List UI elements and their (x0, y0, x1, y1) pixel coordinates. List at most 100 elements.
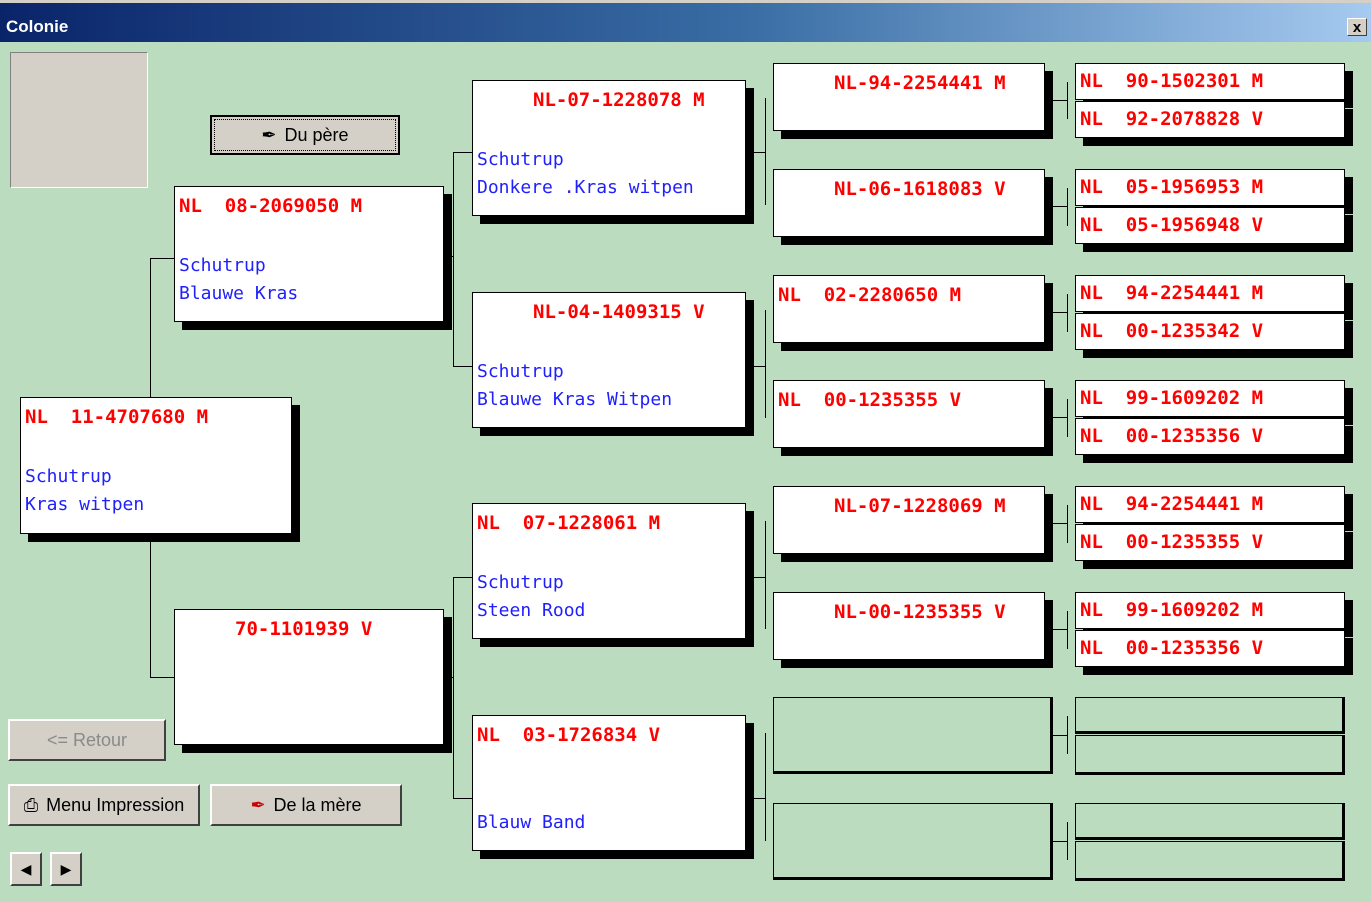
ggp-card-6[interactable]: NL-00-1235355 V (773, 592, 1045, 660)
ggp-card-1[interactable]: NL-94-2254441 M (773, 63, 1045, 131)
connector-line (746, 798, 766, 799)
gggp-card-3[interactable]: NL 05-1956953 M (1075, 169, 1345, 206)
connector-line (1067, 294, 1068, 332)
ring-number: NL 94-2254441 M (1080, 493, 1264, 515)
gggp-card-16-empty[interactable] (1075, 841, 1345, 881)
ring-number: NL 11-4707680 M (25, 406, 209, 428)
connector-line (1053, 841, 1068, 842)
owner-name: Schutrup (179, 255, 266, 276)
color-description: Steen Rood (477, 600, 586, 621)
connector-line (1067, 611, 1068, 649)
printer-icon: ⎙ (23, 794, 39, 815)
ring-number: NL-07-1228069 M (834, 495, 1006, 517)
grandfather-paternal-card[interactable]: NL-07-1228078 M Schutrup Donkere .Kras w… (472, 80, 746, 216)
ring-number: NL 99-1609202 M (1080, 387, 1264, 409)
connector-line (453, 798, 473, 799)
ring-number: NL 99-1609202 M (1080, 599, 1264, 621)
pen-icon: ✒ (261, 124, 277, 145)
next-button[interactable]: ▶ (50, 852, 82, 886)
connector-line (444, 677, 454, 678)
owner-name: Schutrup (477, 149, 564, 170)
photo-frame (10, 52, 148, 188)
connector-line (453, 577, 454, 799)
ggp-card-4[interactable]: NL 00-1235355 V (773, 380, 1045, 448)
connector-line (150, 534, 151, 678)
connector-line (150, 258, 175, 259)
ggp-card-8-empty[interactable] (773, 803, 1053, 880)
ring-number: NL-00-1235355 V (834, 601, 1006, 623)
father-card[interactable]: NL 08-2069050 M Schutrup Blauwe Kras (174, 186, 444, 322)
color-description: Blauwe Kras Witpen (477, 389, 673, 410)
gggp-card-1[interactable]: NL 90-1502301 M (1075, 63, 1345, 100)
title-bar: Colonie x (0, 0, 1371, 42)
gggp-card-4[interactable]: NL 05-1956948 V (1075, 207, 1345, 244)
gggp-card-11[interactable]: NL 99-1609202 M (1075, 592, 1345, 629)
pen-icon: ✒ (250, 794, 266, 815)
gggp-card-10[interactable]: NL 00-1235355 V (1075, 524, 1345, 561)
grandmother-paternal-card[interactable]: NL-04-1409315 V Schutrup Blauwe Kras Wit… (472, 292, 746, 428)
owner-name: Schutrup (477, 361, 564, 382)
connector-line (1067, 188, 1068, 226)
gggp-card-2[interactable]: NL 92-2078828 V (1075, 101, 1345, 138)
ring-number: NL-07-1228078 M (533, 89, 705, 111)
du-pere-button[interactable]: ✒ Du père (210, 115, 400, 155)
ring-number: NL-04-1409315 V (533, 301, 705, 323)
ggp-card-7-empty[interactable] (773, 697, 1053, 774)
ggp-card-3[interactable]: NL 02-2280650 M (773, 275, 1045, 343)
gggp-card-5[interactable]: NL 94-2254441 M (1075, 275, 1345, 312)
ring-number: NL-06-1618083 V (834, 178, 1006, 200)
du-pere-label: Du père (284, 124, 349, 145)
connector-line (453, 152, 473, 153)
gggp-card-9[interactable]: NL 94-2254441 M (1075, 486, 1345, 523)
owner-name: Schutrup (25, 466, 112, 487)
connector-line (746, 366, 766, 367)
ring-number: NL-94-2254441 M (834, 72, 1006, 94)
grandfather-maternal-card[interactable]: NL 07-1228061 M Schutrup Steen Rood (472, 503, 746, 639)
connector-line (1067, 399, 1068, 437)
ring-number: NL 05-1956948 V (1080, 214, 1264, 236)
ring-number: NL 08-2069050 M (179, 195, 363, 217)
prev-button[interactable]: ◀ (10, 852, 42, 886)
ring-number: NL 00-1235356 V (1080, 425, 1264, 447)
gggp-card-7[interactable]: NL 99-1609202 M (1075, 380, 1345, 417)
retour-label: <= Retour (46, 729, 128, 750)
menu-impression-button[interactable]: ⎙ Menu Impression (8, 784, 200, 826)
connector-line (1045, 206, 1068, 207)
ring-number: NL 00-1235342 V (1080, 320, 1264, 342)
left-arrow-icon: ◀ (20, 860, 32, 877)
connector-line (150, 677, 175, 678)
menu-impression-label: Menu Impression (46, 794, 185, 815)
window-title: Colonie (6, 17, 69, 36)
ring-number: NL 03-1726834 V (477, 724, 661, 746)
connector-line (1045, 417, 1068, 418)
de-la-mere-button[interactable]: ✒ De la mère (210, 784, 402, 826)
gggp-card-6[interactable]: NL 00-1235342 V (1075, 313, 1345, 350)
retour-button[interactable]: <= Retour (8, 719, 166, 761)
connector-line (1045, 100, 1068, 101)
ggp-card-2[interactable]: NL-06-1618083 V (773, 169, 1045, 237)
gggp-card-14-empty[interactable] (1075, 735, 1345, 775)
ring-number: NL 00-1235355 V (1080, 531, 1264, 553)
ring-number: NL 00-1235356 V (1080, 637, 1264, 659)
gggp-card-13-empty[interactable] (1075, 697, 1345, 734)
gggp-card-8[interactable]: NL 00-1235356 V (1075, 418, 1345, 455)
color-description: Kras witpen (25, 494, 145, 515)
connector-line (765, 521, 766, 629)
connector-line (453, 366, 473, 367)
mother-card[interactable]: 70-1101939 V (174, 609, 444, 745)
connector-line (765, 733, 766, 841)
close-button[interactable]: x (1347, 18, 1367, 36)
connector-line (1045, 523, 1068, 524)
connector-line (453, 152, 454, 367)
grandmother-maternal-card[interactable]: NL 03-1726834 V Blauw Band (472, 715, 746, 851)
gggp-card-12[interactable]: NL 00-1235356 V (1075, 630, 1345, 667)
color-description: Blauw Band (477, 812, 586, 833)
ring-number: NL 07-1228061 M (477, 512, 661, 534)
gggp-card-15-empty[interactable] (1075, 803, 1345, 840)
ring-number: NL 92-2078828 V (1080, 108, 1264, 130)
subject-card[interactable]: NL 11-4707680 M Schutrup Kras witpen (20, 397, 292, 534)
ggp-card-5[interactable]: NL-07-1228069 M (773, 486, 1045, 554)
color-description: Blauwe Kras (179, 283, 299, 304)
color-description: Donkere .Kras witpen (477, 177, 694, 198)
connector-line (1053, 735, 1068, 736)
